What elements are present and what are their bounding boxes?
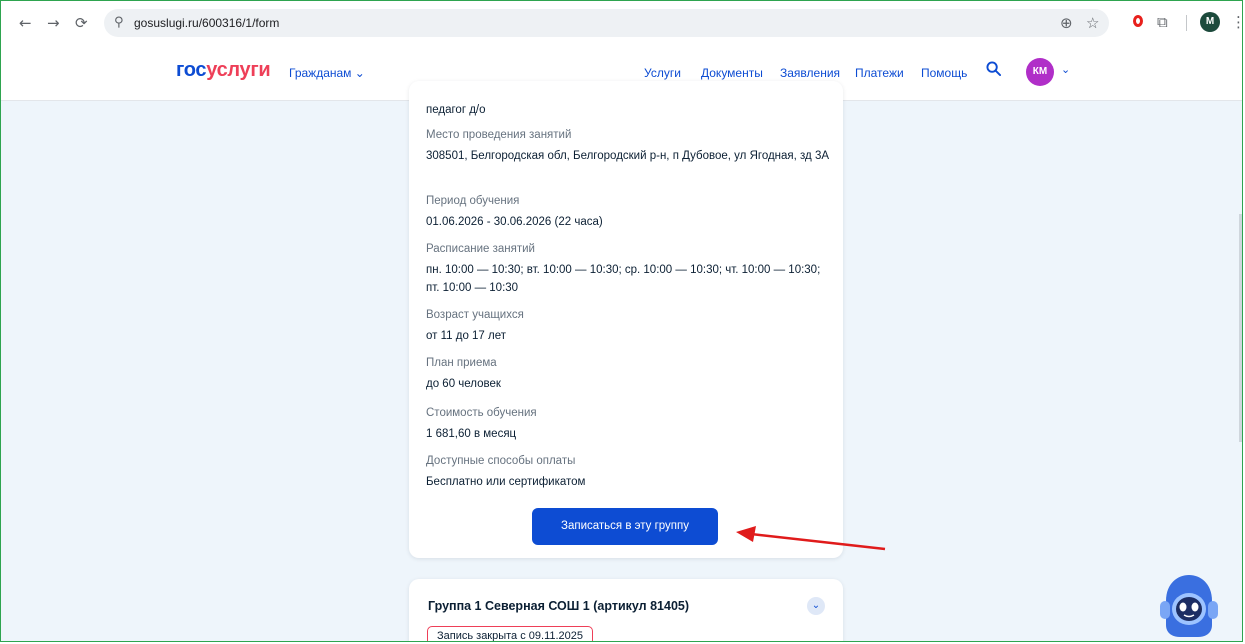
browser-window: ← → ⟳ ⚲ gosuslugi.ru/600316/1/form ⊕ ☆ ⧉… bbox=[0, 0, 1243, 642]
page-edge-bar bbox=[1239, 214, 1242, 442]
annotation-arrow bbox=[736, 526, 886, 551]
assistant-robot-icon[interactable] bbox=[1158, 571, 1220, 639]
